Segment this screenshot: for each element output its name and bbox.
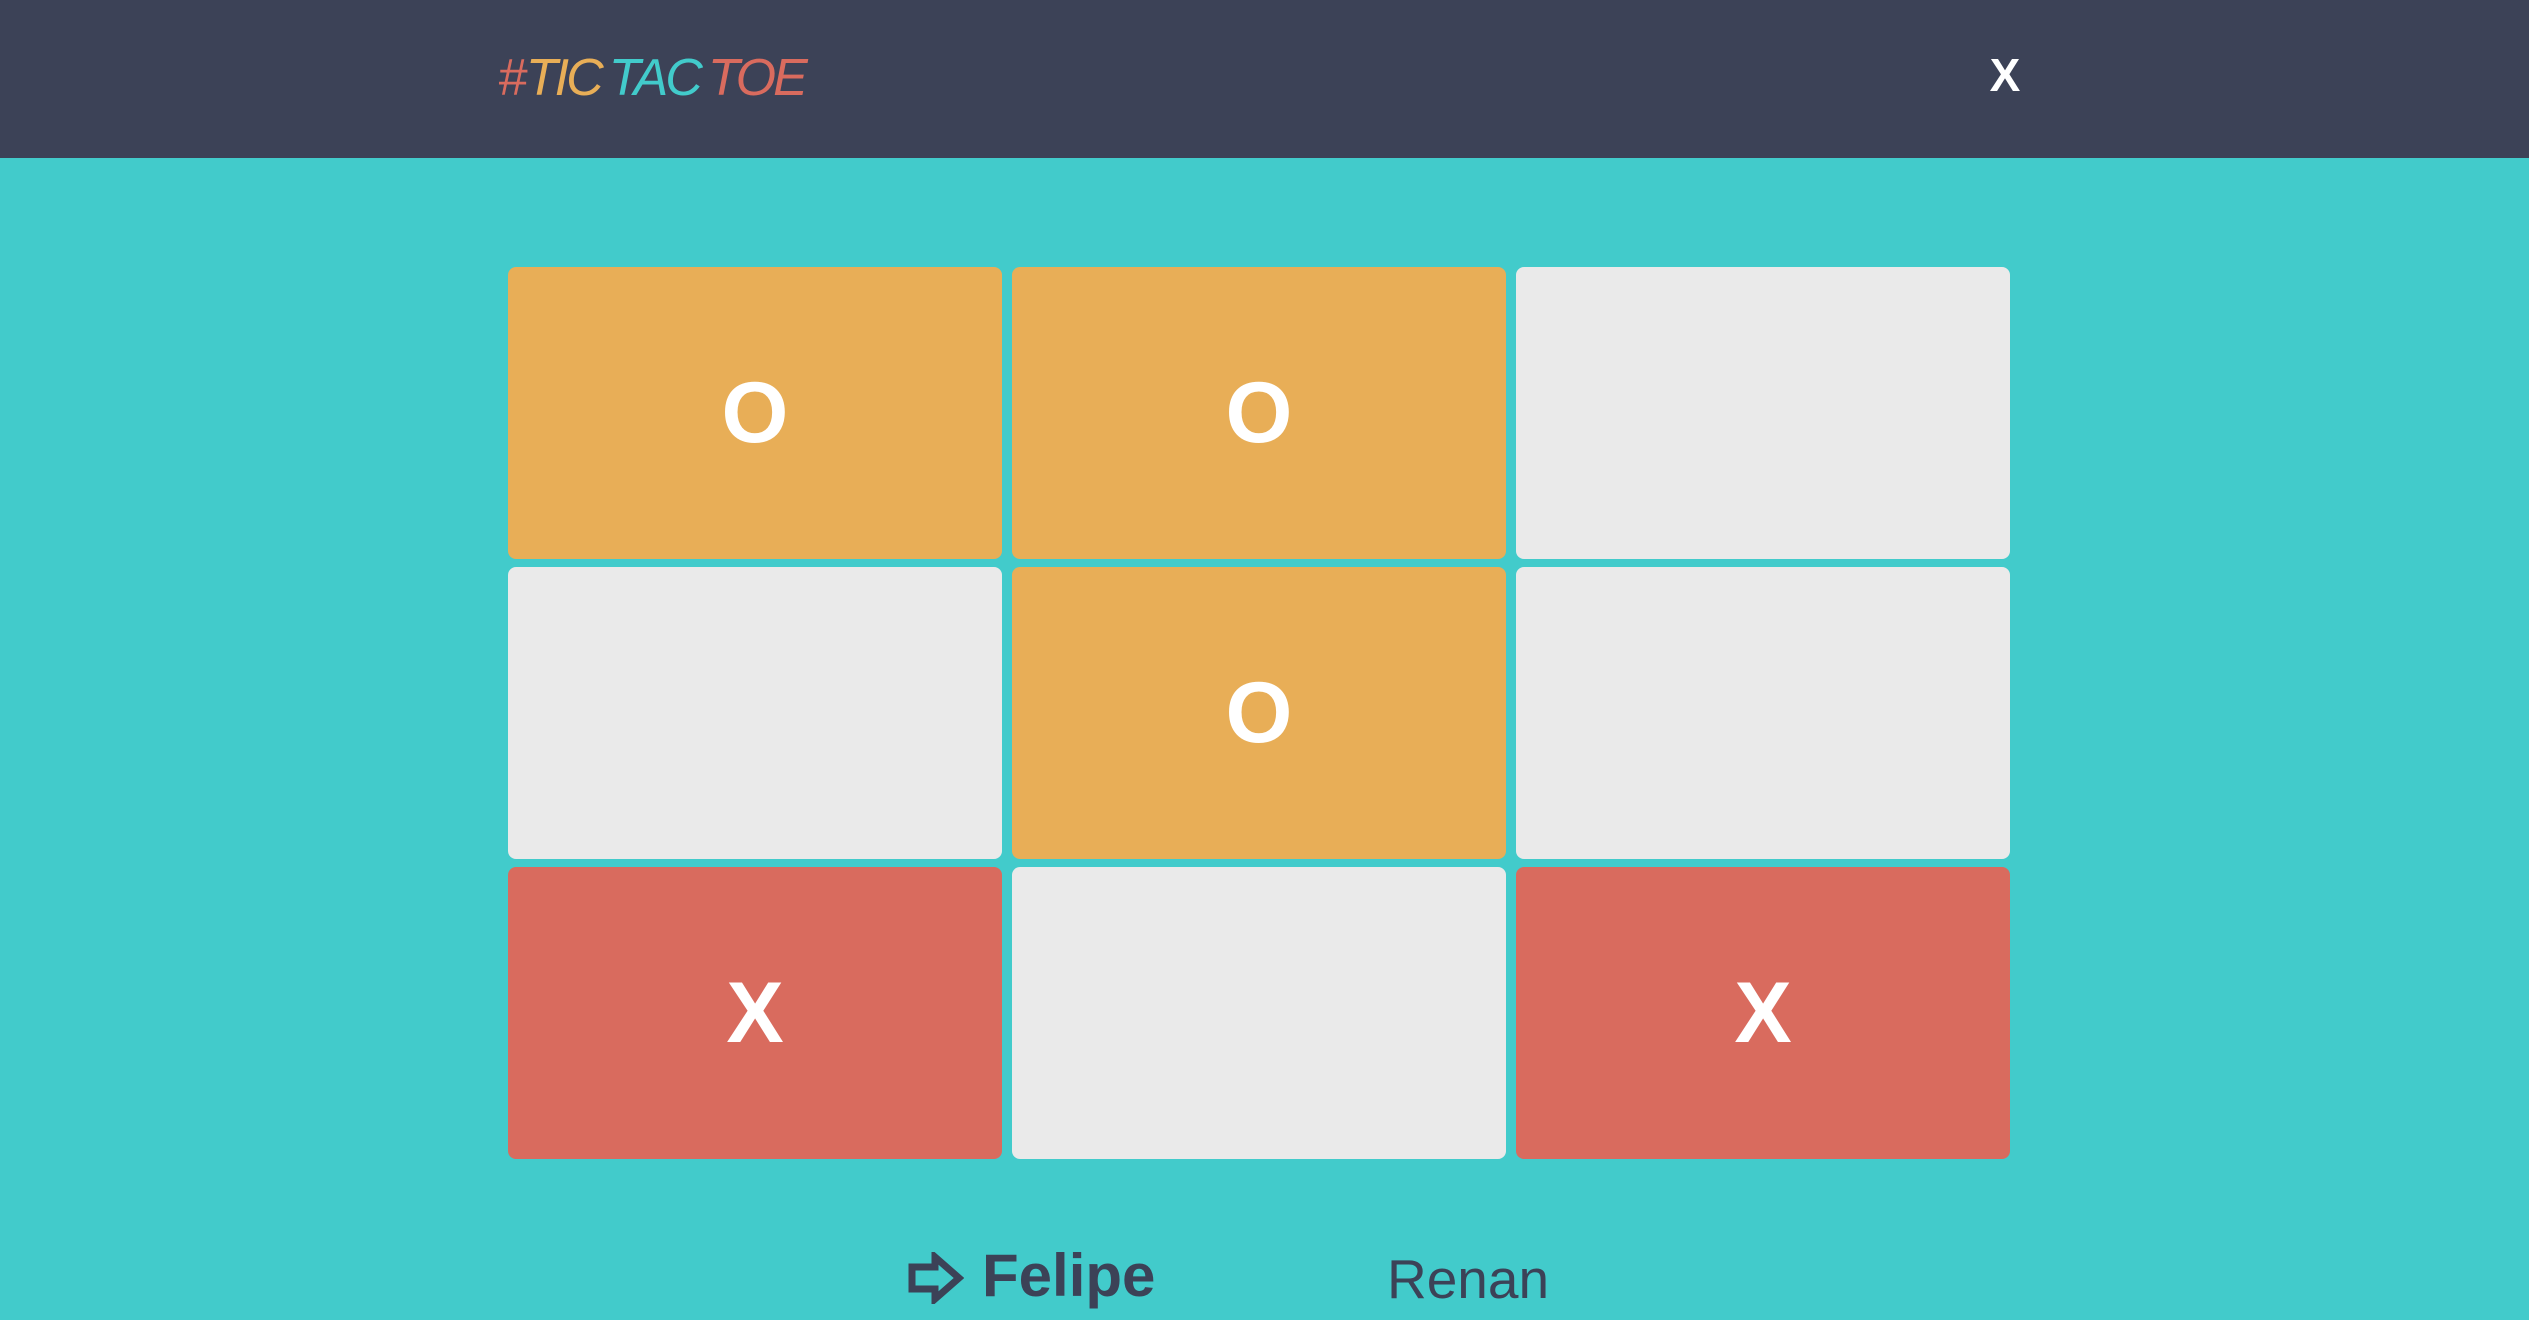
logo-tic: TIC <box>525 49 604 107</box>
logo-toe: TOE <box>707 49 808 107</box>
logo-tac: TAC <box>608 49 703 107</box>
board-cell-7[interactable]: X <box>508 867 1002 1159</box>
board-cell-9[interactable]: X <box>1516 867 2010 1159</box>
game-board: O O O X X <box>508 267 2011 1159</box>
logo: #TIC TAC TOE <box>498 40 808 116</box>
right-arrow-outline-icon <box>908 1248 965 1320</box>
player-1-name: Felipe <box>982 1242 1156 1309</box>
logo-hash: # <box>498 49 527 107</box>
board-cell-2[interactable]: O <box>1012 267 1506 559</box>
board-cell-5[interactable]: O <box>1012 567 1506 859</box>
reset-button[interactable]: X <box>1976 44 2034 106</box>
header-bar: #TIC TAC TOE X <box>0 0 2529 158</box>
players-bar: Felipe Renan <box>0 1240 2529 1317</box>
player-2-name: Renan <box>1387 1248 1550 1310</box>
player-2: Renan <box>1387 1240 1549 1317</box>
board-cell-6[interactable] <box>1516 567 2010 859</box>
board-cell-4[interactable] <box>508 567 1002 859</box>
player-1: Felipe <box>908 1240 1155 1317</box>
board-cell-1[interactable]: O <box>508 267 1002 559</box>
board-cell-3[interactable] <box>1516 267 2010 559</box>
board-cell-8[interactable] <box>1012 867 1506 1159</box>
